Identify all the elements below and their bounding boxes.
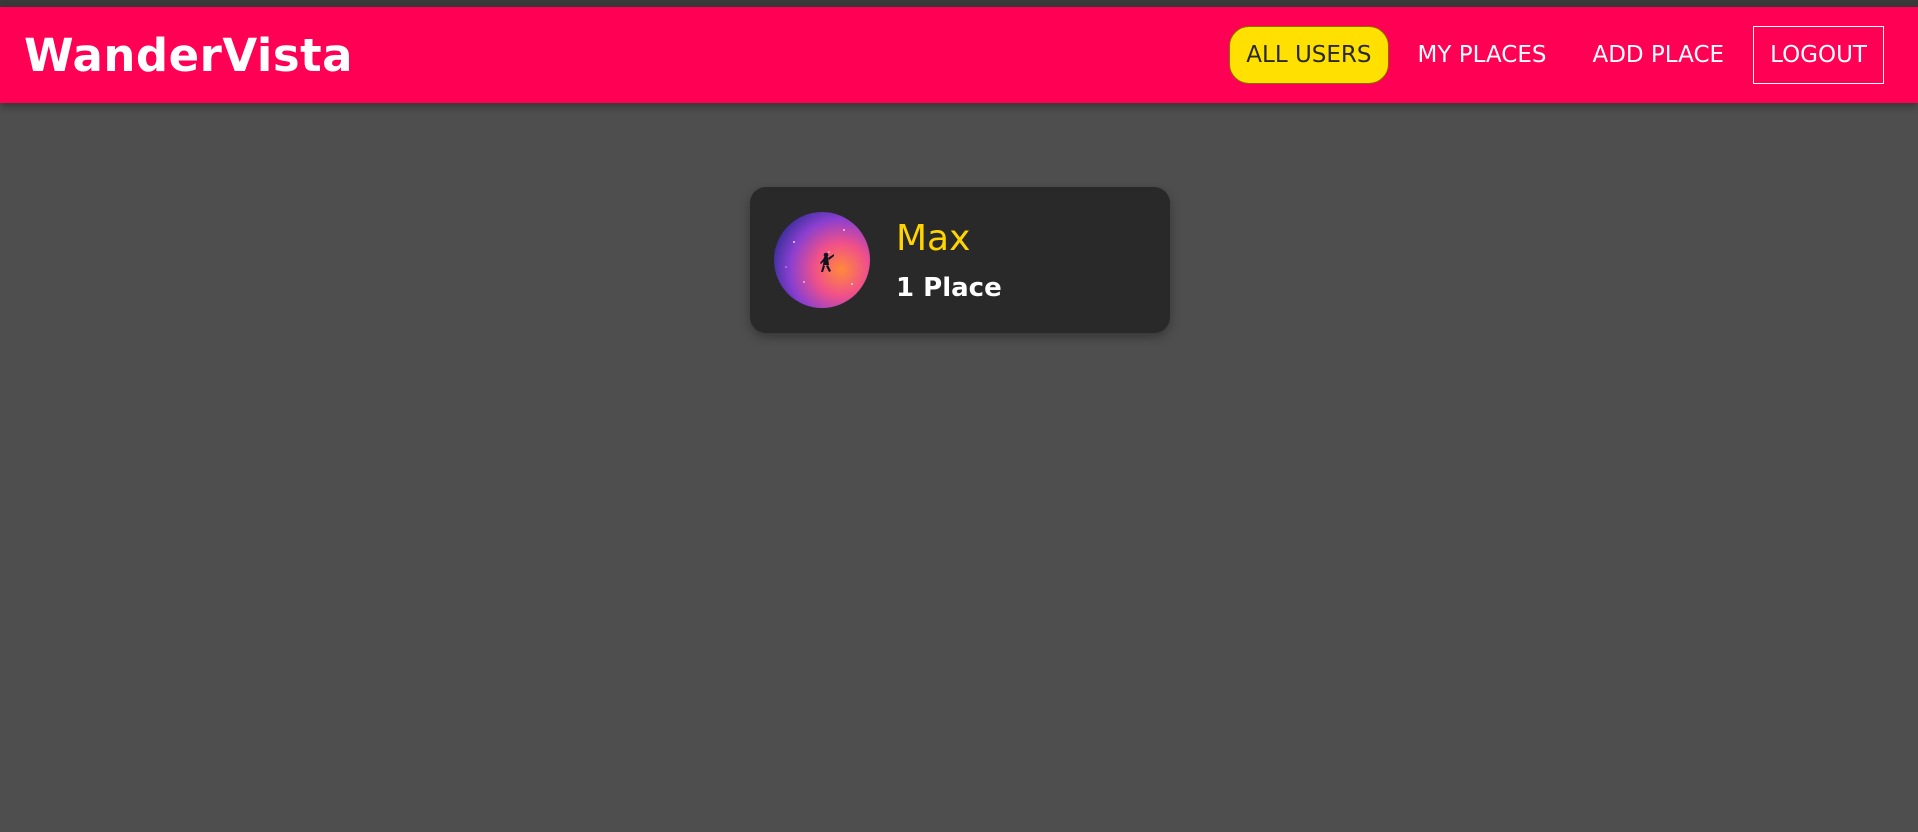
user-card[interactable]: Max 1 Place (750, 187, 1170, 333)
main-header: WanderVista ALL USERS MY PLACES ADD PLAC… (0, 7, 1918, 103)
nav-add-place[interactable]: ADD PLACE (1575, 26, 1741, 84)
user-name: Max (896, 217, 971, 259)
main-navigation: ALL USERS MY PLACES ADD PLACE LOGOUT (1229, 26, 1884, 84)
nav-all-users[interactable]: ALL USERS (1229, 26, 1389, 84)
galaxy-person-avatar-icon (785, 229, 853, 285)
user-info: Max 1 Place (896, 218, 1002, 303)
nav-my-places[interactable]: MY PLACES (1401, 26, 1564, 84)
user-place-count: 1 Place (896, 272, 1002, 303)
users-list: Max 1 Place (750, 187, 1170, 333)
logout-button[interactable]: LOGOUT (1753, 26, 1884, 84)
window-top-strip (0, 0, 1918, 7)
app-logo[interactable]: WanderVista (24, 29, 353, 82)
user-avatar (774, 212, 870, 308)
